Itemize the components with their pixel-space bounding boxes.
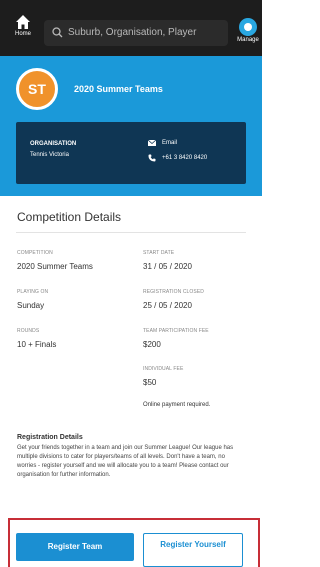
phone-number: +61 3 8420 8420	[162, 155, 208, 161]
start-date-label: START DATE	[143, 250, 175, 256]
home-button[interactable]: Home	[8, 14, 38, 37]
top-nav-bar: Home Suburb, Organisation, Player Manage	[0, 0, 262, 56]
competition-value: 2020 Summer Teams	[17, 262, 93, 271]
email-icon	[148, 140, 156, 146]
divider	[16, 232, 246, 233]
registration-details-text: Get your friends together in a team and …	[17, 445, 234, 478]
rounds-value: 10 + Finals	[17, 340, 57, 349]
organisation-label: ORGANISATION	[30, 141, 77, 147]
phone-link[interactable]: +61 3 8420 8420	[148, 154, 207, 162]
email-link[interactable]: Email	[148, 140, 177, 146]
home-icon	[16, 15, 30, 29]
search-icon	[52, 27, 63, 38]
playing-on-value: Sunday	[17, 301, 45, 310]
start-date-value: 31 / 05 / 2020	[143, 262, 192, 271]
manage-button[interactable]: Manage	[234, 18, 262, 43]
competition-details-title: Competition Details	[17, 210, 122, 224]
manage-label: Manage	[237, 37, 259, 43]
organisation-card: ORGANISATION Tennis Victoria Email +61 3…	[16, 122, 246, 184]
email-label: Email	[162, 140, 178, 146]
individual-fee-value: $50	[143, 378, 157, 387]
payment-note: Online payment required.	[143, 402, 211, 408]
home-label: Home	[14, 31, 31, 37]
registration-details-title: Registration Details	[17, 434, 83, 441]
competition-label: COMPETITION	[17, 250, 53, 256]
team-name: 2020 Summer Teams	[74, 84, 163, 94]
registration-closed-value: 25 / 05 / 2020	[143, 301, 192, 310]
team-fee-value: $200	[143, 340, 161, 349]
team-avatar: ST	[16, 68, 58, 110]
phone-icon	[148, 154, 156, 162]
team-fee-label: TEAM PARTICIPATION FEE	[143, 328, 209, 334]
register-team-button[interactable]: Register Team	[16, 533, 134, 561]
playing-on-label: PLAYING ON	[17, 289, 49, 295]
rounds-label: ROUNDS	[17, 328, 40, 334]
individual-fee-label: INDIVIDUAL FEE	[143, 366, 184, 372]
team-header: ST 2020 Summer Teams ORGANISATION Tennis…	[0, 56, 262, 196]
search-placeholder: Suburb, Organisation, Player	[68, 27, 197, 38]
register-yourself-button[interactable]: Register Yourself	[143, 533, 243, 567]
registration-closed-label: REGISTRATION CLOSED	[143, 289, 204, 295]
organisation-name: Tennis Victoria	[30, 152, 69, 158]
search-input[interactable]: Suburb, Organisation, Player	[44, 20, 228, 46]
user-icon	[239, 18, 257, 36]
